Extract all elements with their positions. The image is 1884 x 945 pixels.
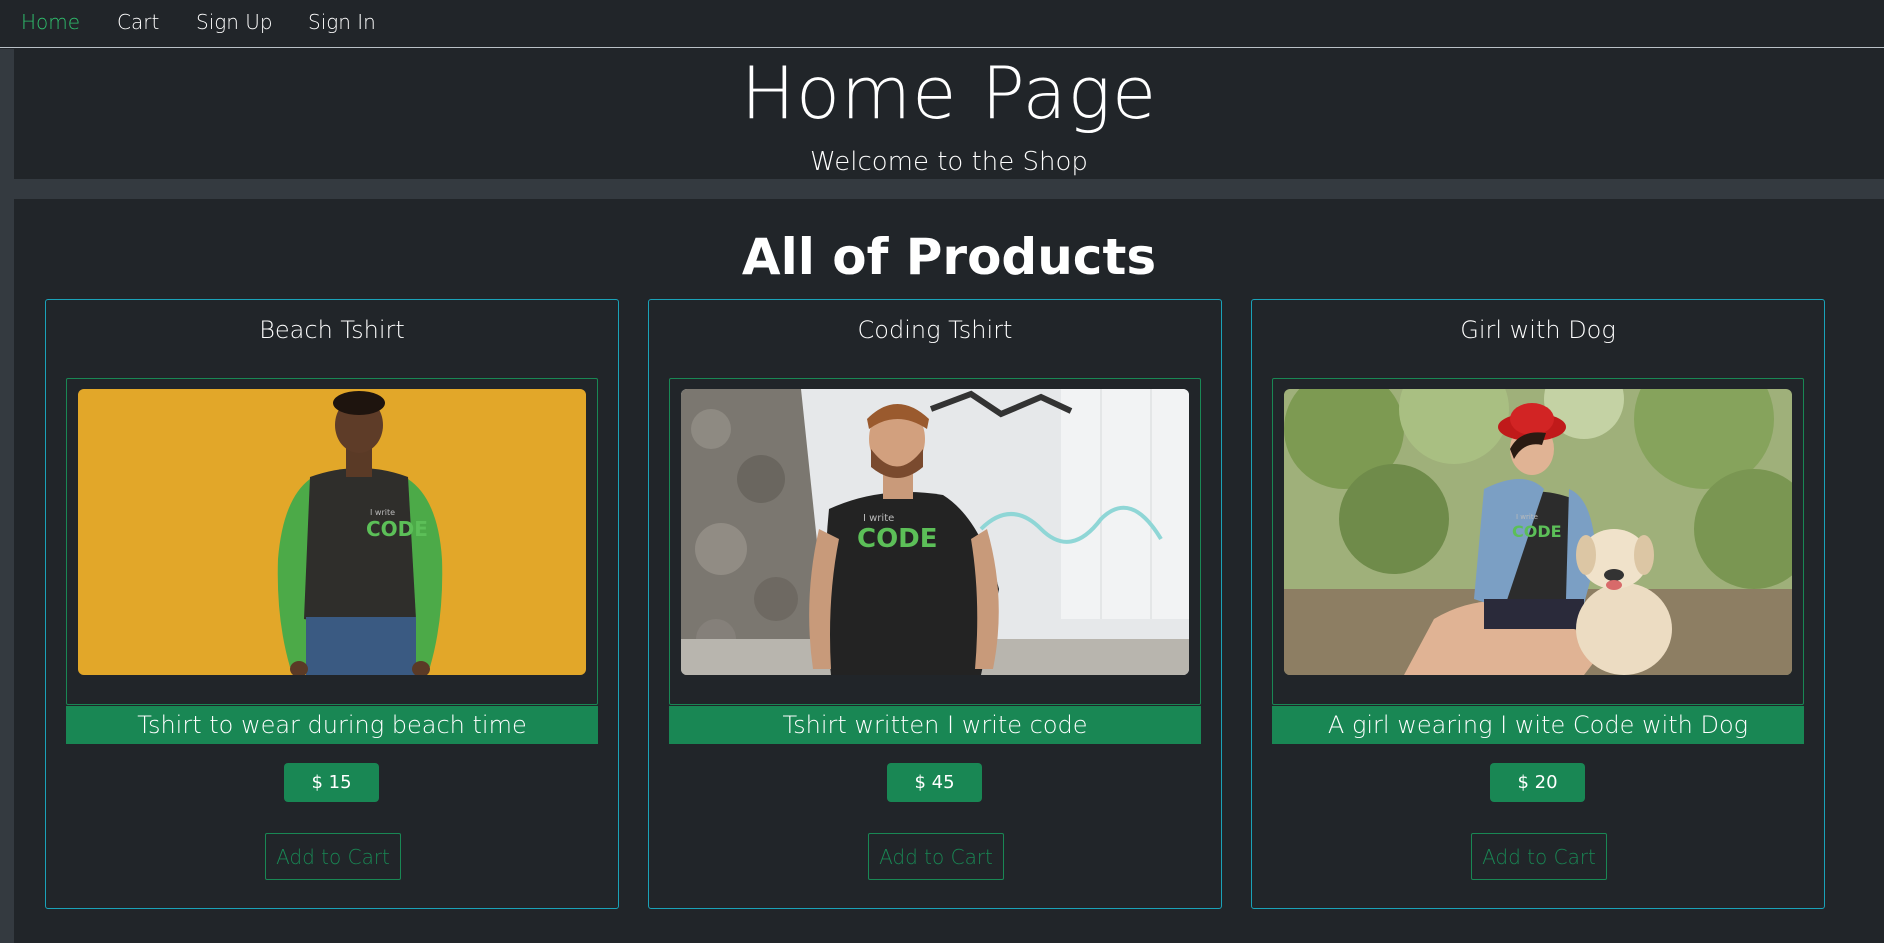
product-card: Beach Tshirt I write CODE Tshirt to wear… [45, 299, 619, 909]
add-to-cart-button[interactable]: Add to Cart [868, 833, 1004, 880]
product-description: Tshirt to wear during beach time [66, 706, 598, 744]
add-to-cart-button[interactable]: Add to Cart [265, 833, 401, 880]
app-root: Home Cart Sign Up Sign In Home Page Welc… [0, 0, 1884, 943]
product-name: Girl with Dog [1460, 316, 1616, 344]
product-name: Coding Tshirt [857, 316, 1013, 344]
page-header: Home Page Welcome to the Shop [14, 49, 1884, 179]
product-card: Coding Tshirt I write CODE Tshirt writte… [648, 299, 1222, 909]
price-badge[interactable]: $ 45 [887, 763, 982, 802]
nav-signup-link[interactable]: Sign Up [196, 10, 273, 34]
svg-text:I write: I write [1516, 513, 1538, 521]
svg-text:CODE: CODE [857, 524, 938, 554]
add-to-cart-button[interactable]: Add to Cart [1471, 833, 1607, 880]
products-section-title: All of Products [741, 228, 1157, 286]
product-description: Tshirt written I write code [669, 706, 1201, 744]
price-badge[interactable]: $ 20 [1490, 763, 1585, 802]
nav-home-link[interactable]: Home [21, 10, 80, 34]
svg-text:CODE: CODE [1512, 522, 1562, 541]
man-black-tshirt-graffiti-image: I write CODE [681, 389, 1189, 675]
left-gutter [0, 49, 14, 943]
man-green-raglan-shirt-image: I write CODE [78, 389, 586, 675]
nav-cart-link[interactable]: Cart [117, 10, 159, 34]
nav-signin-link[interactable]: Sign In [308, 10, 376, 34]
product-image-frame: I write CODE [669, 378, 1201, 705]
page-title: Home Page [740, 51, 1158, 135]
product-image-frame: I write CODE [66, 378, 598, 705]
product-image-frame: I write CODE [1272, 378, 1804, 705]
page-subtitle: Welcome to the Shop [810, 147, 1088, 177]
top-navbar: Home Cart Sign Up Sign In [0, 0, 1884, 48]
header-separator [14, 179, 1884, 199]
svg-text:CODE: CODE [366, 517, 428, 541]
svg-text:I write: I write [863, 513, 894, 524]
svg-text:I write: I write [370, 508, 395, 517]
girl-with-dog-image: I write CODE [1284, 389, 1792, 675]
product-card: Girl with Dog I write CODE A girl wearin… [1251, 299, 1825, 909]
product-description: A girl wearing I wite Code with Dog [1272, 706, 1804, 744]
product-name: Beach Tshirt [259, 316, 405, 344]
price-badge[interactable]: $ 15 [284, 763, 379, 802]
